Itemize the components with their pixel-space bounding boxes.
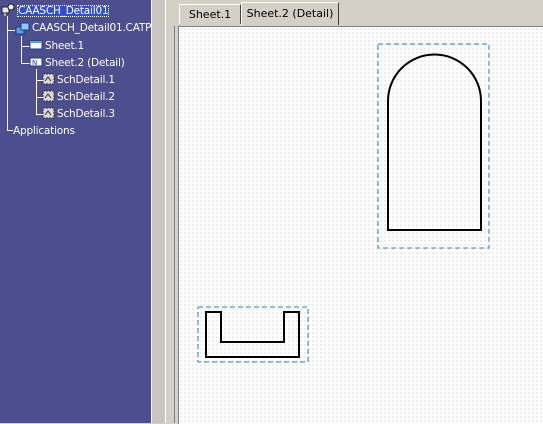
detail-icon[interactable] bbox=[42, 73, 56, 86]
svg-text:N: N bbox=[32, 59, 37, 67]
detail-frame[interactable] bbox=[197, 306, 309, 363]
tab-sheet-2-detail[interactable]: Sheet.2 (Detail) bbox=[241, 2, 339, 25]
pane-splitter[interactable] bbox=[165, 0, 175, 423]
tree-connector bbox=[21, 36, 22, 64]
sheet-icon[interactable] bbox=[29, 39, 44, 51]
tree-item-detail-1[interactable]: SchDetail.1 bbox=[57, 72, 115, 87]
tree-connector bbox=[7, 16, 8, 130]
tree-item-product[interactable]: CAASCH_Detail01.CATPr bbox=[32, 20, 151, 35]
tree-item-label: SchDetail.3 bbox=[57, 108, 115, 120]
detail-icon[interactable] bbox=[42, 107, 56, 120]
tree-item-applications[interactable]: Applications bbox=[13, 123, 75, 138]
detail-icon[interactable] bbox=[42, 90, 56, 103]
arch-profile[interactable] bbox=[387, 53, 482, 231]
tree-item-label: Sheet.2 (Detail) bbox=[45, 57, 125, 69]
tree-item-label: Sheet.1 bbox=[45, 40, 84, 52]
tree-item-label: CAASCH_Detail01.CATPr bbox=[32, 22, 151, 34]
tree-connector bbox=[36, 69, 37, 115]
sheet-icon[interactable]: N bbox=[29, 56, 44, 68]
drawing-canvas[interactable] bbox=[178, 26, 543, 424]
tab-sheet-1[interactable]: Sheet.1 bbox=[179, 4, 241, 24]
tree-scroll-region[interactable] bbox=[151, 0, 166, 423]
tree-item-detail-2[interactable]: SchDetail.2 bbox=[57, 89, 115, 104]
product-icon[interactable] bbox=[15, 22, 31, 36]
tab-label: Sheet.1 bbox=[188, 8, 232, 21]
sheet-tab-strip: Sheet.1 Sheet.2 (Detail) bbox=[174, 0, 543, 26]
specification-tree[interactable]: CAASCH_Detail01 CAASCH_Detail01.CATPr Sh… bbox=[0, 0, 151, 423]
tree-item-sheet-2[interactable]: Sheet.2 (Detail) bbox=[45, 55, 125, 70]
tab-label: Sheet.2 (Detail) bbox=[246, 7, 334, 20]
tree-item-label: Applications bbox=[13, 125, 75, 137]
channel-profile[interactable] bbox=[205, 311, 300, 358]
tree-item-label: CAASCH_Detail01 bbox=[17, 5, 110, 17]
root-icon[interactable] bbox=[0, 3, 16, 17]
tree-item-root[interactable]: CAASCH_Detail01 bbox=[17, 3, 110, 18]
tree-item-detail-3[interactable]: SchDetail.3 bbox=[57, 106, 115, 121]
tree-item-sheet-1[interactable]: Sheet.1 bbox=[45, 38, 84, 53]
tree-connector bbox=[7, 30, 15, 31]
tree-item-label: SchDetail.2 bbox=[57, 91, 115, 103]
tree-item-label: SchDetail.1 bbox=[57, 74, 115, 86]
drawing-geometry bbox=[197, 43, 490, 363]
